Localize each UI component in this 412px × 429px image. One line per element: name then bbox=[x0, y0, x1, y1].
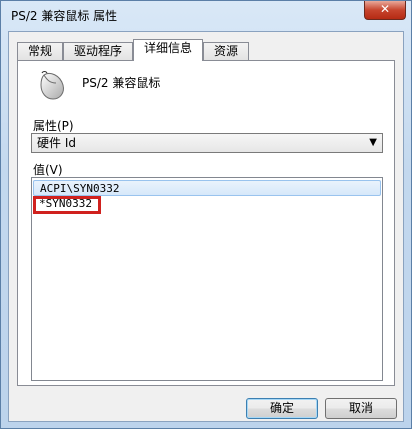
cancel-button[interactable]: 取消 bbox=[325, 398, 397, 419]
tab-driver[interactable]: 驱动程序 bbox=[63, 42, 133, 60]
chevron-down-icon: ▼ bbox=[369, 137, 377, 148]
list-item[interactable]: ACPI\SYN0332 bbox=[33, 180, 381, 196]
mouse-icon bbox=[40, 71, 64, 100]
red-highlight-box bbox=[33, 196, 101, 214]
property-select-value: 硬件 Id bbox=[37, 136, 76, 150]
tab-resources[interactable]: 资源 bbox=[203, 42, 249, 60]
property-label: 属性(P) bbox=[33, 119, 74, 133]
tab-general[interactable]: 常规 bbox=[17, 42, 63, 60]
title-bar[interactable]: PS/2 兼容鼠标 属性 ✕ bbox=[1, 1, 411, 29]
device-name: PS/2 兼容鼠标 bbox=[82, 76, 161, 90]
dialog-content: 常规 驱动程序 详细信息 资源 PS/2 兼容鼠标 属性(P) 硬件 Id ▼ … bbox=[8, 31, 404, 422]
tab-details[interactable]: 详细信息 bbox=[133, 39, 203, 61]
window-title: PS/2 兼容鼠标 属性 bbox=[11, 9, 118, 23]
property-select[interactable]: 硬件 Id ▼ bbox=[31, 133, 383, 153]
ok-button[interactable]: 确定 bbox=[246, 398, 318, 419]
value-label: 值(V) bbox=[33, 163, 63, 177]
close-button[interactable]: ✕ bbox=[364, 1, 406, 20]
details-panel: PS/2 兼容鼠标 属性(P) 硬件 Id ▼ 值(V) ACPI\SYN033… bbox=[17, 60, 395, 386]
properties-window: PS/2 兼容鼠标 属性 ✕ 常规 驱动程序 详细信息 资源 PS/2 兼容鼠标… bbox=[0, 0, 412, 429]
